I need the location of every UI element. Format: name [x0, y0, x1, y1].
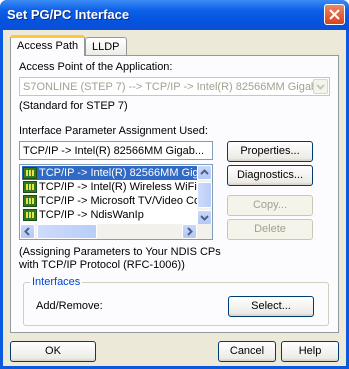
vertical-scroll-thumb[interactable]: [197, 182, 212, 208]
add-remove-label: Add/Remove:: [36, 300, 103, 312]
scroll-left-button[interactable]: [20, 224, 35, 239]
interface-param-value: TCP/IP -> Intel(R) 82566MM Gigab...: [23, 145, 205, 157]
interfaces-group: Interfaces Add/Remove: Select...: [23, 276, 329, 326]
close-icon: [329, 9, 340, 20]
network-adapter-icon: [23, 195, 37, 207]
interface-list[interactable]: TCP/IP -> Intel(R) 82566MM Gigab TCP/IP …: [19, 164, 213, 240]
list-item[interactable]: TCP/IP -> Microsoft TV/Video Con: [22, 194, 199, 208]
interface-param-label: Interface Parameter Assignment Used:: [19, 125, 208, 137]
list-item-label: TCP/IP -> Intel(R) 82566MM Gigab: [39, 167, 199, 179]
diagnostics-button[interactable]: Diagnostics...: [227, 165, 313, 186]
list-item-label: TCP/IP -> NdisWanIp: [39, 209, 144, 221]
horizontal-scrollbar[interactable]: [20, 224, 212, 239]
close-button[interactable]: [324, 4, 345, 25]
list-item-label: TCP/IP -> Intel(R) Wireless WiFi...: [39, 181, 199, 193]
vertical-scrollbar[interactable]: [197, 165, 212, 225]
network-adapter-icon: [23, 209, 37, 221]
chevron-down-icon: [316, 84, 325, 90]
description-line-2: with TCP/IP Protocol (RFC-1006)): [19, 259, 185, 271]
chevron-right-icon: [187, 227, 193, 236]
tab-lldp[interactable]: LLDP: [85, 37, 127, 56]
access-point-label: Access Point of the Application:: [19, 61, 173, 73]
access-point-value: S7ONLINE (STEP 7) --> TCP/IP -> Intel(R)…: [23, 81, 327, 93]
help-button[interactable]: Help: [281, 341, 339, 362]
dialog-window: Set PG/PC Interface Access Path LLDP Acc…: [0, 0, 349, 369]
scroll-up-button[interactable]: [197, 165, 212, 180]
list-item[interactable]: TCP/IP -> Intel(R) Wireless WiFi...: [22, 180, 199, 194]
interface-param-field[interactable]: TCP/IP -> Intel(R) 82566MM Gigab...: [19, 141, 213, 160]
scroll-down-button[interactable]: [197, 210, 212, 225]
network-adapter-icon: [23, 181, 37, 193]
list-item[interactable]: TCP/IP -> Intel(R) 82566MM Gigab: [22, 166, 199, 180]
chevron-down-icon: [200, 215, 209, 221]
horizontal-scroll-thumb[interactable]: [37, 224, 97, 239]
tab-access-path-label: Access Path: [17, 40, 79, 52]
interfaces-group-title: Interfaces: [30, 276, 83, 288]
tab-panel-access-path: Access Point of the Application: S7ONLIN…: [10, 55, 339, 333]
list-item[interactable]: TCP/IP -> NdisWanIp: [22, 208, 199, 222]
select-button[interactable]: Select...: [228, 296, 314, 317]
combo-dropdown-button[interactable]: [313, 79, 328, 94]
tab-access-path[interactable]: Access Path: [10, 35, 86, 56]
delete-button[interactable]: Delete: [227, 219, 313, 240]
network-adapter-icon: [23, 167, 37, 179]
title-bar[interactable]: Set PG/PC Interface: [0, 0, 349, 30]
access-point-combo[interactable]: S7ONLINE (STEP 7) --> TCP/IP -> Intel(R)…: [19, 77, 330, 96]
chevron-up-icon: [200, 169, 209, 175]
ok-button[interactable]: OK: [10, 341, 96, 362]
chevron-left-icon: [24, 227, 30, 236]
copy-button[interactable]: Copy...: [227, 195, 313, 216]
standard-note: (Standard for STEP 7): [19, 100, 128, 112]
tab-lldp-label: LLDP: [92, 41, 120, 53]
scroll-right-button[interactable]: [182, 224, 197, 239]
cancel-button[interactable]: Cancel: [218, 341, 276, 362]
properties-button[interactable]: Properties...: [227, 141, 313, 162]
list-item-label: TCP/IP -> Microsoft TV/Video Con: [39, 195, 199, 207]
dialog-body: Access Path LLDP Access Point of the App…: [3, 30, 346, 366]
description-line-1: (Assigning Parameters to Your NDIS CPs: [19, 246, 221, 258]
window-title: Set PG/PC Interface: [7, 7, 130, 22]
